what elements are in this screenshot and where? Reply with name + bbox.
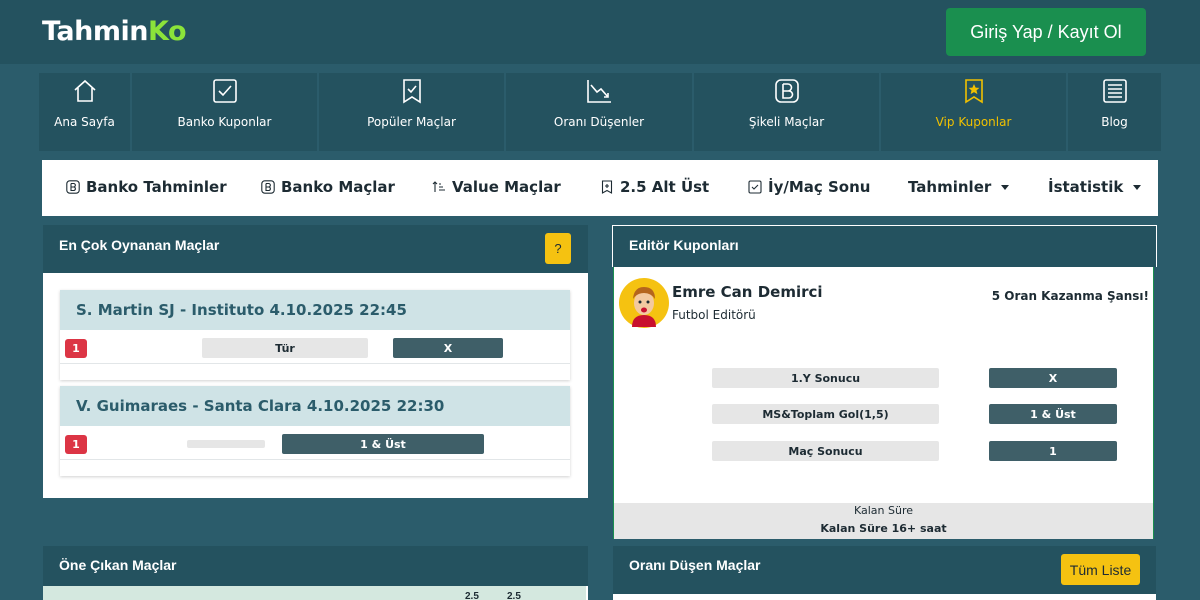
- most-played-panel: En Çok Oynanan Maçlar ? S. Martin SJ - I…: [43, 225, 588, 498]
- nav-item-home[interactable]: Ana Sayfa: [39, 73, 132, 151]
- nav-item-blog[interactable]: Blog: [1068, 73, 1161, 151]
- nav-item-sikeli-maclar[interactable]: Şikeli Maçlar: [694, 73, 881, 151]
- editor-avatar: [619, 278, 669, 328]
- column-header: 2.5: [507, 591, 521, 600]
- pick-pill: 1 & Üst: [282, 434, 484, 454]
- market-pill: Maç Sonucu: [712, 441, 939, 461]
- remaining-label: Kalan Süre: [853, 504, 914, 517]
- nav-label: Popüler Maçlar: [367, 115, 456, 129]
- b-circle-icon: [66, 180, 80, 194]
- featured-matches-panel: Öne Çıkan Maçlar 2.5 2.5: [43, 546, 588, 600]
- nav-label: Vip Kuponlar: [935, 115, 1012, 129]
- nav-label: Ana Sayfa: [54, 115, 115, 129]
- check-square-icon: [748, 180, 762, 194]
- subnav-label: 2.5 Alt Üst: [620, 178, 710, 196]
- subnav-iy-mac-sonu[interactable]: İy/Maç Sonu: [748, 178, 870, 196]
- subnav-label: Value Maçlar: [452, 178, 561, 196]
- check-square-icon: [212, 79, 237, 103]
- bookmark-check-icon: [402, 79, 421, 104]
- pick-pill: X: [393, 338, 503, 358]
- market-pill: 1.Y Sonucu: [712, 368, 939, 388]
- match-title[interactable]: V. Guimaraes - Santa Clara 4.10.2025 22:…: [60, 386, 570, 426]
- match-pick-row: 1 1 & Üst: [60, 426, 570, 460]
- pick-pill: X: [989, 368, 1117, 388]
- market-pill: MS&Toplam Gol(1,5): [712, 404, 939, 424]
- caret-down-icon: [1001, 184, 1010, 190]
- match-card[interactable]: V. Guimaraes - Santa Clara 4.10.2025 22:…: [60, 386, 570, 476]
- match-pick-row: 1 Tür X: [60, 330, 570, 364]
- editor-role: Futbol Editörü: [672, 308, 756, 322]
- dropping-odds-panel: Oranı Düşen Maçlar Tüm Liste: [613, 546, 1156, 600]
- subnav-label: İy/Maç Sonu: [768, 178, 871, 196]
- panel-title: Öne Çıkan Maçlar: [59, 557, 177, 573]
- count-badge: 1: [65, 435, 87, 454]
- subnav-banko-maclar[interactable]: Banko Maçlar: [261, 178, 395, 196]
- market-pill: Tür: [202, 338, 368, 358]
- subnav-tahminler-dropdown[interactable]: Tahminler: [908, 178, 1010, 196]
- subnav-label: Banko Maçlar: [281, 178, 395, 196]
- nav-item-populer-maclar[interactable]: Popüler Maçlar: [319, 73, 506, 151]
- match-title[interactable]: S. Martin SJ - Instituto 4.10.2025 22:45: [60, 290, 570, 330]
- subnav-istatistik-dropdown[interactable]: İstatistik: [1048, 178, 1142, 196]
- remaining-value: Kalan Süre 16+ saat: [820, 522, 947, 535]
- subnav-value-maclar[interactable]: Value Maçlar: [432, 178, 561, 196]
- top-header: TahminKo Giriş Yap / Kayıt Ol: [0, 0, 1200, 64]
- dropping-odds-header: Oranı Düşen Maçlar Tüm Liste: [613, 546, 1156, 594]
- logo-accent-text: Ko: [148, 16, 187, 47]
- main-nav: Ana Sayfa Banko Kuponlar Popüler Maçlar …: [39, 73, 1161, 151]
- panel-title: Oranı Düşen Maçlar: [629, 557, 761, 573]
- b-circle-icon: [261, 180, 275, 194]
- editor-coupons-header: Editör Kuponları: [612, 225, 1157, 267]
- featured-matches-header: Öne Çıkan Maçlar: [43, 546, 588, 586]
- editor-win-chance: 5 Oran Kazanma Şansı!: [991, 289, 1149, 303]
- remaining-time-bar: Kalan Süre Kalan Süre 16+ saat: [614, 503, 1153, 539]
- bookmark-plus-icon: [601, 180, 613, 194]
- bookmark-star-icon: [964, 79, 983, 104]
- subnav-banko-tahminler[interactable]: Banko Tahminler: [66, 178, 227, 196]
- editor-name: Emre Can Demirci: [672, 283, 823, 301]
- sort-up-icon: [432, 181, 445, 192]
- match-footer: [60, 460, 570, 476]
- nav-item-vip-kuponlar[interactable]: Vip Kuponlar: [881, 73, 1068, 151]
- most-played-header: En Çok Oynanan Maçlar ?: [43, 225, 588, 273]
- nav-label: Banko Kuponlar: [177, 115, 272, 129]
- column-header: 2.5: [465, 591, 479, 600]
- pick-pill: 1: [989, 441, 1117, 461]
- newspaper-icon: [1102, 79, 1127, 103]
- editor-coupons-panel: Editör Kuponları Emre Can Demirci Futbol…: [612, 225, 1157, 540]
- nav-label: Blog: [1101, 115, 1128, 129]
- subnav-label: Banko Tahminler: [86, 178, 227, 196]
- nav-label: Oranı Düşenler: [553, 115, 645, 129]
- caret-down-icon: [1133, 184, 1142, 190]
- market-pill: [187, 440, 265, 448]
- logo-main-text: Tahmin: [42, 16, 149, 47]
- subnav-label: Tahminler: [908, 178, 992, 196]
- match-footer: [60, 364, 570, 380]
- nav-item-banko-kuponlar[interactable]: Banko Kuponlar: [132, 73, 319, 151]
- count-badge: 1: [65, 339, 87, 358]
- featured-table-header: 2.5 2.5: [43, 586, 586, 600]
- help-button[interactable]: ?: [545, 233, 571, 264]
- nav-item-orani-dusenler[interactable]: Oranı Düşenler: [506, 73, 694, 151]
- subnav-label: İstatistik: [1048, 178, 1124, 196]
- login-register-button[interactable]: Giriş Yap / Kayıt Ol: [946, 8, 1146, 56]
- panel-title: En Çok Oynanan Maçlar: [59, 237, 220, 253]
- panel-title: Editör Kuponları: [629, 237, 739, 253]
- subnav-alt-ust[interactable]: 2.5 Alt Üst: [600, 178, 709, 196]
- site-logo[interactable]: TahminKo: [42, 16, 187, 47]
- secondary-nav: Banko Tahminler Banko Maçlar Value Maçla…: [42, 160, 1158, 216]
- b-square-icon: [774, 79, 799, 103]
- match-card[interactable]: S. Martin SJ - Instituto 4.10.2025 22:45…: [60, 290, 570, 380]
- home-icon: [73, 79, 96, 102]
- chart-down-icon: [587, 80, 611, 103]
- nav-label: Şikeli Maçlar: [748, 115, 825, 129]
- full-list-button[interactable]: Tüm Liste: [1061, 554, 1140, 585]
- pick-pill: 1 & Üst: [989, 404, 1117, 424]
- editor-card: Emre Can Demirci Futbol Editörü 5 Oran K…: [613, 267, 1154, 539]
